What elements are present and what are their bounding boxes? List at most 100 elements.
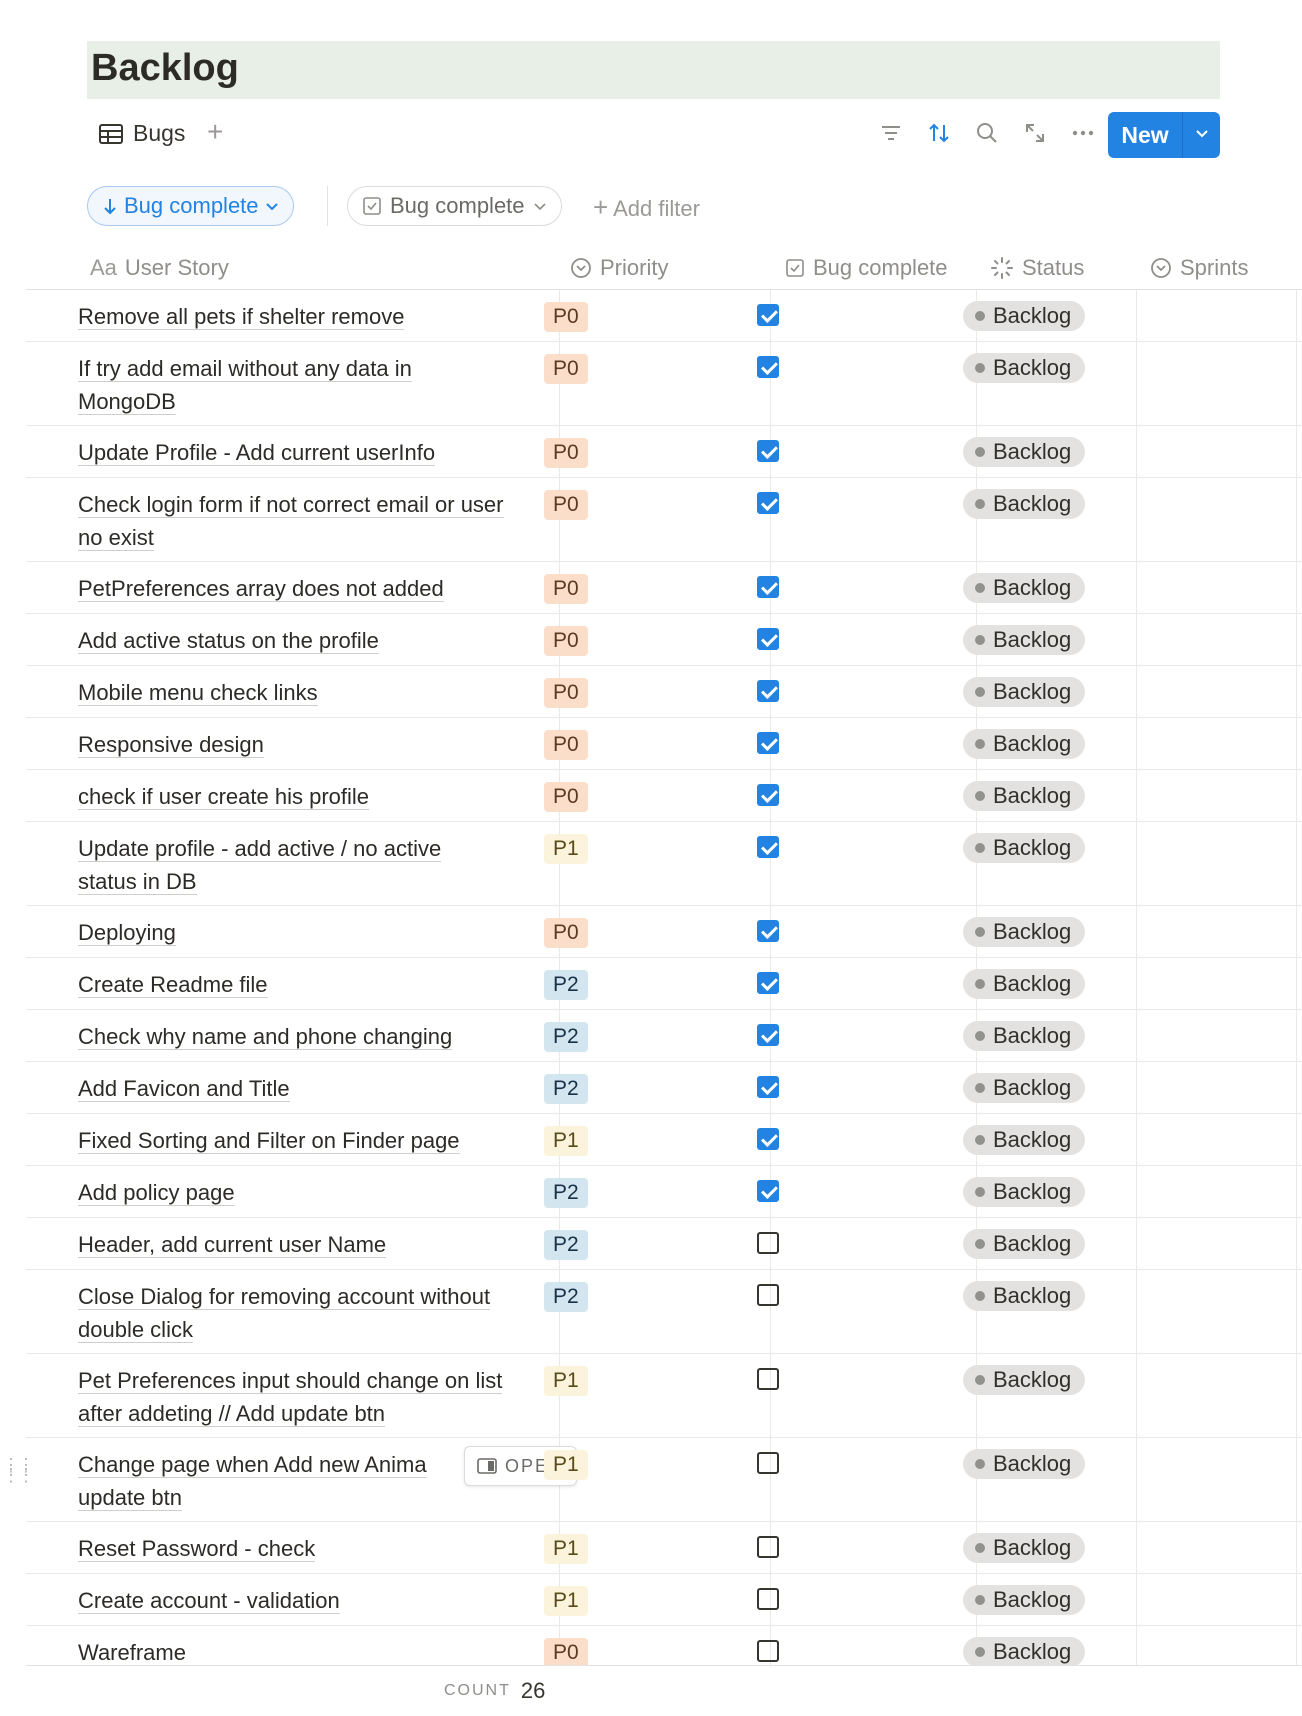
- table-row[interactable]: Update Profile - Add current userInfo P0 B…: [26, 426, 1302, 478]
- status-badge[interactable]: Backlog: [963, 677, 1086, 707]
- priority-tag[interactable]: P2: [544, 1178, 588, 1208]
- status-badge[interactable]: Backlog: [963, 729, 1086, 759]
- priority-tag[interactable]: P1: [544, 1586, 588, 1616]
- drag-handle-icon[interactable]: ⋮⋮ ⋮⋮: [2, 1456, 35, 1484]
- priority-tag[interactable]: P2: [544, 1282, 588, 1312]
- table-row[interactable]: Remove all pets if shelter remove P0 Backl…: [26, 290, 1302, 342]
- sort-chip[interactable]: Bug complete: [87, 186, 294, 226]
- add-filter-button[interactable]: + Add filter: [593, 192, 700, 223]
- row-title[interactable]: Pet Preferences input should change on l…: [78, 1364, 548, 1430]
- column-header-story[interactable]: Aa User Story: [90, 246, 229, 290]
- priority-tag[interactable]: P0: [544, 574, 588, 604]
- row-title[interactable]: Header, add current user Name: [78, 1228, 548, 1261]
- bug-complete-checkbox[interactable]: [757, 1452, 779, 1474]
- status-badge[interactable]: Backlog: [963, 1021, 1086, 1051]
- priority-tag[interactable]: P2: [544, 1230, 588, 1260]
- more-options-icon[interactable]: [1070, 120, 1096, 146]
- bug-complete-checkbox[interactable]: [757, 972, 779, 994]
- row-title[interactable]: Add Favicon and Title: [78, 1072, 548, 1105]
- row-title[interactable]: Responsive design: [78, 728, 548, 761]
- row-title[interactable]: Close Dialog for removing account withou…: [78, 1280, 548, 1346]
- row-title[interactable]: Update profile - add active / no active s…: [78, 832, 548, 898]
- priority-tag[interactable]: P0: [544, 730, 588, 760]
- bug-complete-checkbox[interactable]: [757, 1536, 779, 1558]
- row-title[interactable]: Add active status on the profile: [78, 624, 548, 657]
- priority-tag[interactable]: P2: [544, 970, 588, 1000]
- column-header-bug-complete[interactable]: Bug complete: [785, 246, 948, 290]
- status-badge[interactable]: Backlog: [963, 1281, 1086, 1311]
- table-row[interactable]: check if user create his profile P0 Backlo…: [26, 770, 1302, 822]
- priority-tag[interactable]: P1: [544, 834, 588, 864]
- column-header-priority[interactable]: Priority: [570, 246, 668, 290]
- new-button[interactable]: New: [1108, 122, 1182, 149]
- table-row[interactable]: Responsive design P0 Backlog: [26, 718, 1302, 770]
- status-badge[interactable]: Backlog: [963, 1177, 1086, 1207]
- priority-tag[interactable]: P0: [544, 438, 588, 468]
- table-row[interactable]: Wareframe P0 Backlog: [26, 1626, 1302, 1666]
- status-badge[interactable]: Backlog: [963, 833, 1086, 863]
- priority-tag[interactable]: P1: [544, 1366, 588, 1396]
- status-badge[interactable]: Backlog: [963, 917, 1086, 947]
- priority-tag[interactable]: P2: [544, 1022, 588, 1052]
- column-header-sprints[interactable]: Sprints: [1150, 246, 1248, 290]
- priority-tag[interactable]: P0: [544, 490, 588, 520]
- bug-complete-checkbox[interactable]: [757, 356, 779, 378]
- bug-complete-checkbox[interactable]: [757, 1128, 779, 1150]
- priority-tag[interactable]: P0: [544, 302, 588, 332]
- table-row[interactable]: Update profile - add active / no active s…: [26, 822, 1302, 906]
- bug-complete-checkbox[interactable]: [757, 1368, 779, 1390]
- priority-tag[interactable]: P0: [544, 354, 588, 384]
- table-row[interactable]: Close Dialog for removing account withou…: [26, 1270, 1302, 1354]
- status-badge[interactable]: Backlog: [963, 625, 1086, 655]
- bug-complete-checkbox[interactable]: [757, 1024, 779, 1046]
- table-row[interactable]: Create account - validation P1 Backlog: [26, 1574, 1302, 1626]
- priority-tag[interactable]: P1: [544, 1534, 588, 1564]
- status-badge[interactable]: Backlog: [963, 1365, 1086, 1395]
- status-badge[interactable]: Backlog: [963, 1125, 1086, 1155]
- row-title[interactable]: Check why name and phone changing: [78, 1020, 548, 1053]
- table-row[interactable]: Add active status on the profile P0 Backlo…: [26, 614, 1302, 666]
- add-view-button[interactable]: +: [207, 116, 223, 148]
- table-row[interactable]: Reset Password - check P1 Backlog: [26, 1522, 1302, 1574]
- bug-complete-checkbox[interactable]: [757, 836, 779, 858]
- sort-icon[interactable]: [926, 120, 952, 146]
- status-badge[interactable]: Backlog: [963, 1637, 1086, 1666]
- row-title[interactable]: Mobile menu check links: [78, 676, 548, 709]
- bug-complete-checkbox[interactable]: [757, 304, 779, 326]
- table-row[interactable]: Change page when Add new Anima update btn…: [2, 1438, 1302, 1522]
- bug-complete-checkbox[interactable]: [757, 1232, 779, 1254]
- row-title[interactable]: Remove all pets if shelter remove: [78, 300, 548, 333]
- table-row[interactable]: Pet Preferences input should change on l…: [26, 1354, 1302, 1438]
- priority-tag[interactable]: P1: [544, 1126, 588, 1156]
- priority-tag[interactable]: P2: [544, 1074, 588, 1104]
- row-title[interactable]: Add policy page: [78, 1176, 548, 1209]
- status-badge[interactable]: Backlog: [963, 353, 1086, 383]
- table-row[interactable]: Deploying P0 Backlog: [26, 906, 1302, 958]
- priority-tag[interactable]: P0: [544, 678, 588, 708]
- priority-tag[interactable]: P0: [544, 782, 588, 812]
- new-dropdown-button[interactable]: [1183, 125, 1220, 146]
- filter-icon[interactable]: [878, 120, 904, 146]
- bug-complete-checkbox[interactable]: [757, 1588, 779, 1610]
- bug-complete-checkbox[interactable]: [757, 680, 779, 702]
- bug-complete-checkbox[interactable]: [757, 784, 779, 806]
- bug-complete-checkbox[interactable]: [757, 492, 779, 514]
- bug-complete-checkbox[interactable]: [757, 732, 779, 754]
- status-badge[interactable]: Backlog: [963, 489, 1086, 519]
- priority-tag[interactable]: P0: [544, 626, 588, 656]
- row-title[interactable]: Deploying: [78, 916, 548, 949]
- bug-complete-checkbox[interactable]: [757, 628, 779, 650]
- table-row[interactable]: PetPreferences array does not added P0 Bac…: [26, 562, 1302, 614]
- search-icon[interactable]: [974, 120, 1000, 146]
- row-title[interactable]: Reset Password - check: [78, 1532, 548, 1565]
- expand-icon[interactable]: [1022, 120, 1048, 146]
- bug-complete-checkbox[interactable]: [757, 1640, 779, 1662]
- status-badge[interactable]: Backlog: [963, 573, 1086, 603]
- priority-tag[interactable]: P0: [544, 918, 588, 948]
- row-title[interactable]: Create account - validation: [78, 1584, 548, 1617]
- bug-complete-checkbox[interactable]: [757, 920, 779, 942]
- table-row[interactable]: Create Readme file P2 Backlog: [26, 958, 1302, 1010]
- status-badge[interactable]: Backlog: [963, 1449, 1086, 1479]
- bug-complete-checkbox[interactable]: [757, 576, 779, 598]
- bug-complete-checkbox[interactable]: [757, 1180, 779, 1202]
